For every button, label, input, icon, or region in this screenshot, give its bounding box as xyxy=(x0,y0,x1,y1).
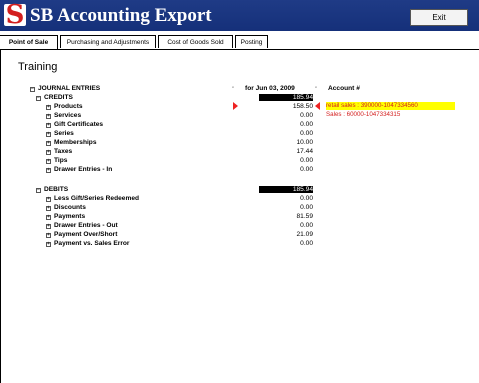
app-logo: S xyxy=(4,0,26,30)
collapse-icon[interactable]: − xyxy=(36,188,41,193)
expand-icon[interactable]: + xyxy=(46,168,51,173)
debit-value-payments: 81.59 xyxy=(296,213,313,220)
credit-value-series: 0.00 xyxy=(300,130,313,137)
expand-icon[interactable]: + xyxy=(46,233,51,238)
tab-purchasing-and-adjustments[interactable]: Purchasing and Adjustments xyxy=(60,35,156,48)
app-window: S SB Accounting Export Exit Point of Sal… xyxy=(0,0,479,383)
credit-value-drawer-entries-in: 0.00 xyxy=(300,166,313,173)
expand-icon[interactable]: + xyxy=(46,132,51,137)
credit-item-services[interactable]: Services xyxy=(54,112,81,119)
exit-button[interactable]: Exit xyxy=(410,9,468,26)
credit-value-memberships: 10.00 xyxy=(296,139,313,146)
logo-letter: S xyxy=(5,0,25,30)
debit-value-payment-over-short: 21.09 xyxy=(296,231,313,238)
expand-icon[interactable]: + xyxy=(46,114,51,119)
debit-value-less-gift-series-redeemed: 0.00 xyxy=(300,195,313,202)
expand-icon[interactable]: + xyxy=(46,105,51,110)
debit-item-payment-vs-sales-error[interactable]: Payment vs. Sales Error xyxy=(54,240,130,247)
retail-sales-account[interactable]: retail sales : 390000-1047334560 xyxy=(326,102,455,110)
debit-value-payment-vs-sales-error: 0.00 xyxy=(300,240,313,247)
debit-value-discounts: 0.00 xyxy=(300,204,313,211)
debit-item-payments[interactable]: Payments xyxy=(54,213,85,220)
tab-posting[interactable]: Posting xyxy=(235,35,268,48)
tab-point-of-sale[interactable]: Point of Sale xyxy=(0,35,58,49)
column-bullet: ◦ xyxy=(232,85,235,91)
collapse-icon[interactable]: − xyxy=(36,96,41,101)
collapse-icon[interactable]: − xyxy=(30,87,35,92)
pointer-left-icon xyxy=(315,102,320,110)
app-title: SB Accounting Export xyxy=(30,5,212,26)
column-bullet: ◦ xyxy=(315,85,318,91)
credit-value-services: 0.00 xyxy=(300,112,313,119)
tab-bar: Point of Sale Purchasing and Adjustments… xyxy=(0,35,479,50)
debits-total: 185.94 xyxy=(259,186,313,193)
credit-item-products[interactable]: Products xyxy=(54,103,83,110)
pointer-right-icon xyxy=(233,102,238,110)
section-title: Training xyxy=(18,61,58,73)
expand-icon[interactable]: + xyxy=(46,197,51,202)
sales-account[interactable]: Sales : 60000-1047334315 xyxy=(326,111,400,119)
credit-value-tips: 0.00 xyxy=(300,157,313,164)
debit-value-drawer-entries-out: 0.00 xyxy=(300,222,313,229)
expand-icon[interactable]: + xyxy=(46,150,51,155)
debit-item-drawer-entries-out[interactable]: Drawer Entries - Out xyxy=(54,222,118,229)
journal-entries-node[interactable]: JOURNAL ENTRIES xyxy=(38,85,100,92)
debit-item-payment-over-short[interactable]: Payment Over/Short xyxy=(54,231,117,238)
credits-node[interactable]: CREDITS xyxy=(44,94,73,101)
credit-value-taxes: 17.44 xyxy=(296,148,313,155)
credit-item-tips[interactable]: Tips xyxy=(54,157,67,164)
credit-item-drawer-entries-in[interactable]: Drawer Entries - In xyxy=(54,166,112,173)
expand-icon[interactable]: + xyxy=(46,123,51,128)
expand-icon[interactable]: + xyxy=(46,159,51,164)
date-column-header: for Jun 03, 2009 xyxy=(245,85,295,92)
expand-icon[interactable]: + xyxy=(46,215,51,220)
credit-item-taxes[interactable]: Taxes xyxy=(54,148,72,155)
account-column-header: Account # xyxy=(328,85,360,92)
expand-icon[interactable]: + xyxy=(46,206,51,211)
debit-item-less-gift-series-redeemed[interactable]: Less Gift/Series Redeemed xyxy=(54,195,139,202)
credit-item-memberships[interactable]: Memberships xyxy=(54,139,97,146)
credit-value-products: 158.50 xyxy=(292,103,313,110)
debit-item-discounts[interactable]: Discounts xyxy=(54,204,86,211)
tab-cost-of-goods-sold[interactable]: Cost of Goods Sold xyxy=(158,35,233,48)
expand-icon[interactable]: + xyxy=(46,141,51,146)
credit-item-series[interactable]: Series xyxy=(54,130,74,137)
title-bar: S SB Accounting Export Exit xyxy=(0,0,479,31)
expand-icon[interactable]: + xyxy=(46,224,51,229)
debits-node[interactable]: DEBITS xyxy=(44,186,68,193)
expand-icon[interactable]: + xyxy=(46,242,51,247)
credits-total: 185.94 xyxy=(259,94,313,101)
credit-item-gift-certificates[interactable]: Gift Certificates xyxy=(54,121,103,128)
credit-value-gift-certificates: 0.00 xyxy=(300,121,313,128)
